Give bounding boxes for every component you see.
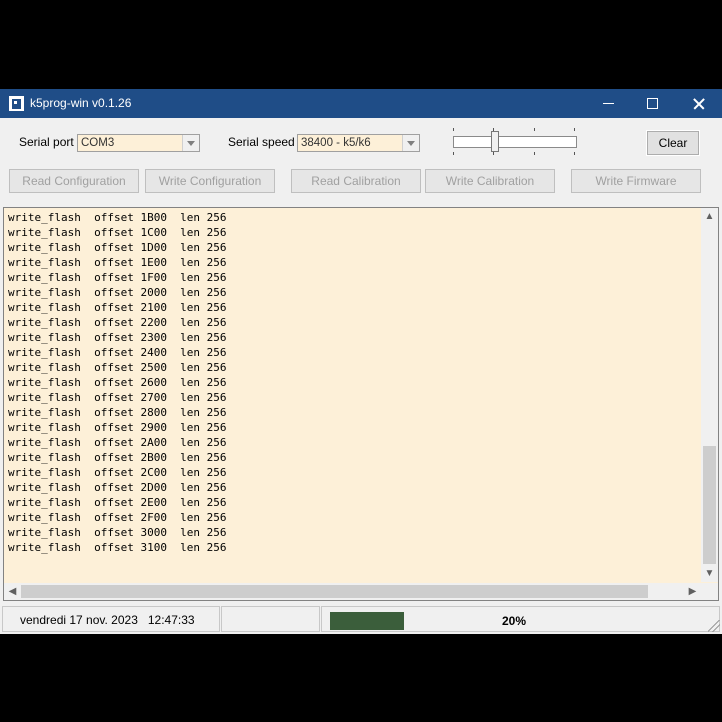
log-line: write_flash offset 2700 len 256 <box>8 391 227 404</box>
serial-port-label: Serial port <box>19 135 74 149</box>
log-line: write_flash offset 1E00 len 256 <box>8 256 227 269</box>
window-title: k5prog-win v0.1.26 <box>30 96 132 110</box>
serial-port-value: COM3 <box>81 137 115 149</box>
clear-button[interactable]: Clear <box>646 130 700 156</box>
scroll-up-icon[interactable]: ▲ <box>701 208 718 225</box>
log-line: write_flash offset 3000 len 256 <box>8 526 227 539</box>
log-output[interactable]: write_flash offset 1B00 len 256 write_fla… <box>3 207 719 601</box>
log-line: write_flash offset 2E00 len 256 <box>8 496 227 509</box>
status-panel-datetime: vendredi 17 nov. 2023 12:47:33 <box>2 606 220 632</box>
minimize-button[interactable] <box>585 89 631 118</box>
log-line: write_flash offset 2D00 len 256 <box>8 481 227 494</box>
chevron-down-icon[interactable] <box>182 135 199 151</box>
chevron-down-icon[interactable] <box>402 135 419 151</box>
log-line: write_flash offset 2000 len 256 <box>8 286 227 299</box>
scroll-corner <box>701 583 718 600</box>
close-button[interactable] <box>675 89 721 118</box>
scroll-right-icon[interactable]: ▶ <box>684 583 701 600</box>
slider-tick <box>574 128 575 131</box>
scroll-left-icon[interactable]: ◀ <box>4 583 21 600</box>
status-bar: vendredi 17 nov. 2023 12:47:33 20% <box>0 604 722 634</box>
status-datetime: vendredi 17 nov. 2023 12:47:33 <box>20 613 195 627</box>
horizontal-scroll-thumb[interactable] <box>21 585 648 598</box>
log-line: write_flash offset 2400 len 256 <box>8 346 227 359</box>
vertical-scroll-thumb[interactable] <box>703 446 716 564</box>
app-icon <box>9 96 24 111</box>
log-line: write_flash offset 2200 len 256 <box>8 316 227 329</box>
slider-tick <box>574 152 575 155</box>
log-line: write_flash offset 2A00 len 256 <box>8 436 227 449</box>
write-calibration-button[interactable]: Write Calibration <box>425 169 555 193</box>
serial-speed-label: Serial speed <box>228 135 295 149</box>
log-line: write_flash offset 2300 len 256 <box>8 331 227 344</box>
status-panel-empty <box>221 606 320 632</box>
scroll-down-icon[interactable]: ▼ <box>701 565 718 582</box>
slider-tick <box>534 152 535 155</box>
read-calibration-button[interactable]: Read Calibration <box>291 169 421 193</box>
speed-slider[interactable] <box>453 128 577 156</box>
slider-thumb[interactable] <box>491 131 499 152</box>
log-line: write_flash offset 1F00 len 256 <box>8 271 227 284</box>
resize-grip-icon[interactable] <box>708 620 720 632</box>
vertical-scrollbar[interactable]: ▲ ▼ <box>701 208 718 582</box>
horizontal-scrollbar[interactable]: ◀ ▶ <box>4 583 701 600</box>
write-firmware-button[interactable]: Write Firmware <box>571 169 701 193</box>
slider-tick <box>493 152 494 155</box>
log-line: write_flash offset 1B00 len 256 <box>8 211 227 224</box>
log-line: write_flash offset 2100 len 256 <box>8 301 227 314</box>
log-line: write_flash offset 2900 len 256 <box>8 421 227 434</box>
log-lines: write_flash offset 1B00 len 256 write_fla… <box>8 210 227 555</box>
log-line: write_flash offset 1D00 len 256 <box>8 241 227 254</box>
log-line: write_flash offset 2600 len 256 <box>8 376 227 389</box>
log-line: write_flash offset 3100 len 256 <box>8 541 227 554</box>
log-line: write_flash offset 1C00 len 256 <box>8 226 227 239</box>
serial-speed-select[interactable]: 38400 - k5/k6 <box>297 134 420 152</box>
slider-track[interactable] <box>453 136 577 148</box>
read-configuration-button[interactable]: Read Configuration <box>9 169 139 193</box>
maximize-button[interactable] <box>630 89 676 118</box>
title-bar[interactable]: k5prog-win v0.1.26 <box>0 89 722 118</box>
log-line: write_flash offset 2C00 len 256 <box>8 466 227 479</box>
app-window: k5prog-win v0.1.26 Serial port COM3 Seri… <box>0 89 722 634</box>
slider-tick <box>453 128 454 131</box>
serial-speed-value: 38400 - k5/k6 <box>301 137 371 149</box>
slider-tick <box>534 128 535 131</box>
progress-bar <box>330 612 404 630</box>
slider-tick <box>453 152 454 155</box>
log-line: write_flash offset 2500 len 256 <box>8 361 227 374</box>
serial-port-select[interactable]: COM3 <box>77 134 200 152</box>
log-line: write_flash offset 2B00 len 256 <box>8 451 227 464</box>
progress-percent: 20% <box>502 614 527 628</box>
log-line: write_flash offset 2F00 len 256 <box>8 511 227 524</box>
log-line: write_flash offset 2800 len 256 <box>8 406 227 419</box>
write-configuration-button[interactable]: Write Configuration <box>145 169 275 193</box>
